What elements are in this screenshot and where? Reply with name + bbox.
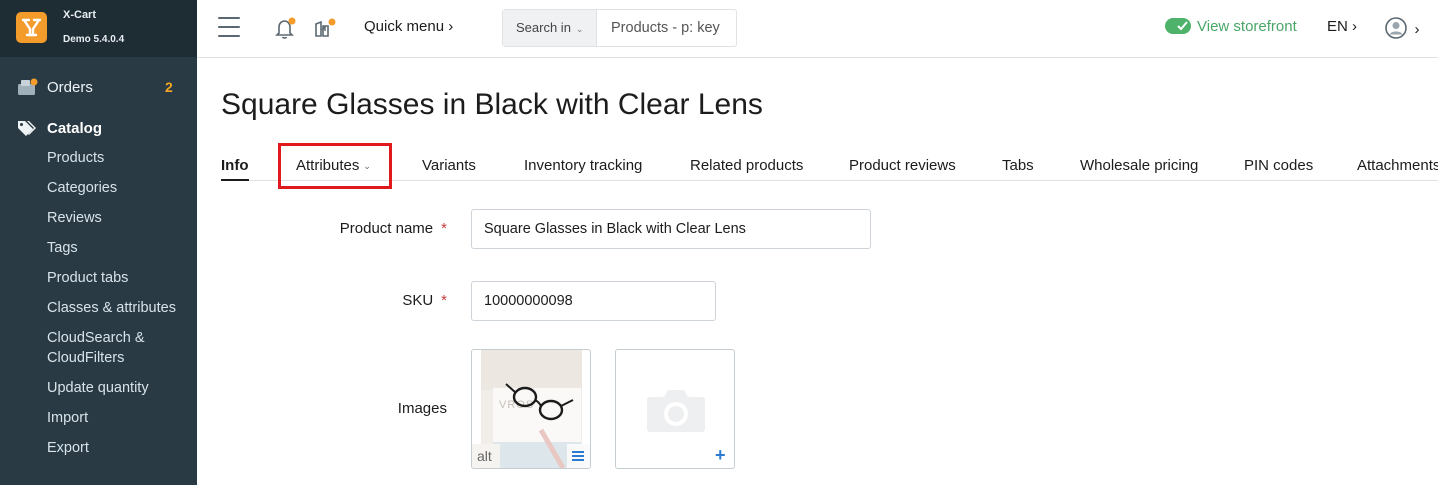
images-label: Images <box>397 400 447 417</box>
tab-wholesale-pricing[interactable]: Wholesale pricing <box>1080 157 1198 181</box>
tab-product-reviews[interactable]: Product reviews <box>849 157 956 181</box>
account-menu[interactable]: › <box>1385 17 1419 44</box>
quick-menu-button[interactable]: Quick menu › <box>364 18 453 35</box>
user-avatar-icon <box>1385 17 1407 39</box>
sidebar-item-label: Catalog <box>47 120 103 137</box>
sku-label: SKU * <box>307 292 447 309</box>
search-bar: Search in ⌄ <box>502 9 737 47</box>
sidebar-item-update-quantity[interactable]: Update quantity <box>47 377 197 407</box>
view-storefront-label: View storefront <box>1197 18 1297 35</box>
sidebar-item-label: Orders <box>47 79 93 96</box>
sidebar-item-product-tabs[interactable]: Product tabs <box>47 267 197 297</box>
search-scope-label: Search in <box>516 20 571 35</box>
product-name-input[interactable]: Square Glasses in Black with Clear Lens <box>471 209 871 249</box>
sidebar: X-Cart Demo 5.4.0.4 Orders 2 Catalog Pro… <box>0 0 197 485</box>
sku-label-text: SKU <box>402 292 434 309</box>
sidebar-item-catalog[interactable]: Catalog <box>0 117 197 141</box>
required-mark: * <box>441 220 447 237</box>
product-image-thumbnail[interactable]: VROS alt <box>471 349 591 469</box>
chevron-down-icon: ⌄ <box>575 24 584 34</box>
tab-tabs[interactable]: Tabs <box>1002 157 1034 181</box>
sidebar-item-label-line1: CloudSearch & <box>47 330 145 346</box>
sidebar-item-tags[interactable]: Tags <box>47 237 197 267</box>
search-input[interactable] <box>598 10 736 46</box>
top-header: Quick menu › Search in⌄ View storefront … <box>197 0 1438 58</box>
xcart-logo-icon[interactable] <box>16 12 47 43</box>
bell-icon[interactable] <box>273 16 297 45</box>
tab-info[interactable]: Info <box>221 157 249 181</box>
sidebar-item-cloudsearch[interactable]: CloudSearch & CloudFilters <box>47 327 197 377</box>
camera-icon <box>647 390 705 432</box>
tab-related-products[interactable]: Related products <box>690 157 803 181</box>
brand-version: Demo 5.4.0.4 <box>63 34 125 45</box>
brand-name: X-Cart <box>63 9 97 21</box>
view-storefront-link[interactable]: View storefront <box>1165 18 1297 36</box>
sidebar-item-categories[interactable]: Categories <box>47 177 197 207</box>
page-title: Square Glasses in Black with Clear Lens <box>221 88 763 121</box>
attributes-tab-highlight <box>278 143 392 189</box>
add-image-button[interactable]: + <box>615 349 735 469</box>
hamburger-menu-icon[interactable] <box>218 17 240 37</box>
sidebar-item-products[interactable]: Products <box>47 147 197 177</box>
sku-input[interactable]: 10000000098 <box>471 281 716 321</box>
product-tabs: Info Attributes ⌄ Variants Inventory trac… <box>221 157 1438 181</box>
tab-variants[interactable]: Variants <box>422 157 476 181</box>
tags-icon <box>17 120 37 143</box>
sidebar-item-import[interactable]: Import <box>47 407 197 437</box>
search-scope-dropdown[interactable]: Search in ⌄ <box>503 10 597 46</box>
brand-block: X-Cart Demo 5.4.0.4 <box>0 0 197 57</box>
account-chevron-icon: › <box>1414 21 1420 38</box>
tab-inventory-tracking[interactable]: Inventory tracking <box>524 157 642 181</box>
orders-icon <box>17 78 39 103</box>
image-alt-label[interactable]: alt <box>472 444 500 468</box>
product-name-label-text: Product name <box>339 220 434 237</box>
required-mark: * <box>441 292 447 309</box>
sidebar-item-classes-attributes[interactable]: Classes & attributes <box>47 297 197 327</box>
sidebar-item-orders[interactable]: Orders 2 <box>0 76 197 102</box>
product-name-label: Product name * <box>307 220 447 237</box>
image-menu-icon[interactable] <box>567 444 590 468</box>
marketplace-icon[interactable] <box>313 16 337 45</box>
sidebar-item-export[interactable]: Export <box>47 437 197 467</box>
storefront-toggle-icon[interactable] <box>1165 18 1191 34</box>
catalog-submenu: Products Categories Reviews Tags Product… <box>47 147 197 467</box>
language-selector[interactable]: EN › <box>1327 18 1357 35</box>
tab-attachments[interactable]: Attachments <box>1357 157 1438 181</box>
tab-pin-codes[interactable]: PIN codes <box>1244 157 1313 181</box>
orders-count-badge: 2 <box>165 79 173 95</box>
sidebar-item-label-line2: CloudFilters <box>47 350 125 366</box>
sidebar-item-reviews[interactable]: Reviews <box>47 207 197 237</box>
plus-icon: + <box>715 445 726 465</box>
